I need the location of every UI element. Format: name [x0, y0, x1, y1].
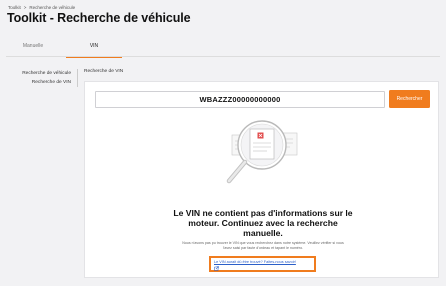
side-menu-item-vehicle-search[interactable]: Recherche de véhicule	[8, 69, 71, 78]
magnifier-over-documents-illustration	[226, 120, 298, 184]
breadcrumb-root[interactable]: Toolkit	[8, 5, 21, 10]
external-link-icon	[214, 265, 219, 271]
search-button[interactable]: Rechercher	[389, 90, 430, 108]
feedback-link-label: Le VIN aurait dû être trouvé? Faites-nou…	[214, 260, 296, 264]
tab-manuelle[interactable]: Manuelle	[18, 43, 48, 57]
vin-search-card: Rechercher Le VIN ne contient pas d'info…	[84, 81, 439, 278]
side-menu: Recherche de véhicule Recherche de VIN	[8, 69, 78, 87]
feedback-link[interactable]: Le VIN aurait dû être trouvé? Faites-nou…	[209, 256, 316, 272]
no-engine-info-message: Le VIN ne contient pas d'informations su…	[173, 208, 353, 238]
vin-input[interactable]	[95, 91, 385, 108]
no-engine-info-description: Nous n'avons pas pu trouver le VIN que v…	[182, 241, 344, 250]
section-label: Recherche de VIN	[84, 69, 124, 74]
tab-vin[interactable]: VIN	[66, 43, 122, 58]
side-menu-item-vin-search[interactable]: Recherche de VIN	[8, 78, 71, 87]
page-title: Toolkit - Recherche de véhicule	[7, 11, 191, 25]
search-mode-tabs: Manuelle VIN	[6, 40, 440, 58]
breadcrumb: Toolkit > Recherche de véhicule	[8, 5, 75, 10]
breadcrumb-current: Recherche de véhicule	[29, 5, 76, 10]
breadcrumb-separator: >	[23, 5, 27, 10]
